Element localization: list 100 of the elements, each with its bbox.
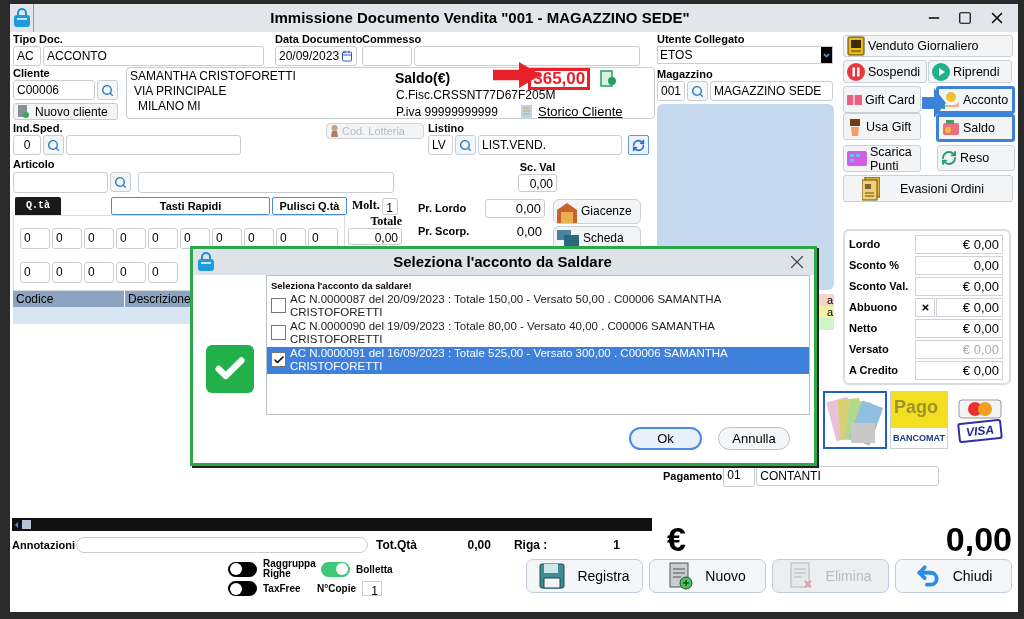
- text-field[interactable]: [362, 46, 412, 66]
- text-field[interactable]: [414, 46, 640, 66]
- document-icon: [521, 104, 534, 119]
- deposit-item[interactable]: AC N.0000091 del 16/09/2023 : Totale 525,00 - Versato 300,00 . C00006 SAMANTHA CRISTOFORETTI: [267, 347, 809, 374]
- quick-keys-button[interactable]: Tasti Rapidi: [111, 197, 270, 215]
- user-dropdown[interactable]: ETOS: [657, 46, 833, 64]
- balance-label: Saldo(€): [395, 69, 451, 88]
- quantity-field[interactable]: 0: [148, 262, 178, 283]
- text-field[interactable]: [13, 172, 108, 193]
- text-field[interactable]: CONTANTI: [756, 466, 940, 486]
- side-button[interactable]: Giacenze: [553, 199, 641, 224]
- search-icon: [101, 83, 114, 97]
- notes-field[interactable]: [75, 537, 368, 553]
- new-customer-button[interactable]: Nuovo cliente: [13, 103, 118, 120]
- price-field[interactable]: 0,00: [485, 199, 545, 218]
- copies-field[interactable]: 1: [362, 581, 382, 596]
- text-field[interactable]: C00006: [13, 80, 95, 100]
- receipt-icon: [847, 36, 865, 56]
- text-field[interactable]: [138, 172, 394, 193]
- calendar-icon[interactable]: [341, 50, 353, 62]
- search-icon: [114, 175, 127, 189]
- text-field[interactable]: AC: [13, 46, 41, 66]
- vat-number: P.iva 99999999999: [395, 104, 499, 119]
- horizontal-scrollbar[interactable]: [12, 518, 652, 531]
- toggle-switch[interactable]: [228, 581, 257, 596]
- cash-payment-option[interactable]: [823, 391, 887, 449]
- field-label: 1: [612, 538, 620, 552]
- shopping-bag-icon: [197, 252, 215, 272]
- action-button[interactable]: Venduto Giornaliero: [843, 35, 1013, 57]
- refresh-button[interactable]: [628, 135, 649, 155]
- field-label: Tipo Doc.: [13, 33, 64, 46]
- text-field[interactable]: MAGAZZINO SEDE: [710, 81, 833, 101]
- field-label: Utente Collegato: [657, 33, 746, 46]
- action-button[interactable]: Acconto: [936, 86, 1015, 114]
- quantity-field[interactable]: 0: [84, 262, 114, 283]
- field-label: Riga :: [513, 538, 549, 552]
- search-button[interactable]: [455, 135, 476, 155]
- quantity-field[interactable]: 0: [52, 228, 82, 249]
- clear-button[interactable]: [915, 297, 935, 317]
- currency-symbol: €: [667, 523, 686, 555]
- action-button[interactable]: Usa Gift: [843, 113, 921, 140]
- field-label: Totale: [370, 215, 402, 228]
- search-button[interactable]: [687, 81, 708, 101]
- quantity-field[interactable]: 0: [116, 262, 146, 283]
- document-add-icon: [669, 562, 694, 590]
- document-icon[interactable]: [600, 69, 617, 88]
- credit-cards-logo[interactable]: VISA: [951, 391, 1009, 449]
- action-button[interactable]: Riprendi: [928, 60, 1012, 83]
- search-icon: [691, 84, 704, 98]
- clear-quantity-button[interactable]: Pulisci Q.tà: [272, 197, 347, 215]
- footer-button[interactable]: Nuovo: [649, 559, 766, 593]
- text-field[interactable]: 1: [381, 198, 398, 215]
- checkbox[interactable]: [271, 325, 286, 340]
- checkbox[interactable]: [271, 352, 286, 367]
- quantity-field[interactable]: 0: [20, 228, 50, 249]
- text-field[interactable]: 001: [657, 81, 685, 101]
- play-icon: [932, 62, 950, 81]
- action-button[interactable]: Scarica Punti: [843, 145, 921, 172]
- toggle-switch[interactable]: [228, 561, 257, 577]
- search-button[interactable]: [43, 135, 64, 155]
- text-field[interactable]: LIST.VEND.: [478, 135, 622, 155]
- field-label: Commesso: [362, 33, 423, 46]
- maximize-icon[interactable]: [958, 11, 972, 25]
- action-button[interactable]: Sospendi: [843, 60, 927, 83]
- footer-button[interactable]: Registra: [526, 559, 643, 593]
- quantity-tab[interactable]: Q.tà: [15, 197, 61, 215]
- field-label: A Credito: [849, 363, 900, 377]
- text-field[interactable]: 0,00: [348, 228, 402, 245]
- customer-name: SAMANTHA CRISTOFORETTI: [130, 69, 297, 84]
- text-field[interactable]: ACCONTO: [43, 46, 264, 66]
- pause-icon: [847, 62, 865, 81]
- bancomat-logo[interactable]: Pago BANCOMAT: [890, 391, 948, 449]
- text-field[interactable]: LV: [428, 135, 453, 155]
- text-field[interactable]: 0,00: [518, 174, 557, 192]
- toggle-label: Bolletta: [356, 562, 393, 577]
- total-field: € 0,00: [915, 360, 1003, 380]
- text-field[interactable]: [66, 135, 241, 155]
- search-button[interactable]: [110, 172, 131, 192]
- checkbox[interactable]: [271, 298, 286, 313]
- action-button[interactable]: Saldo: [936, 114, 1015, 142]
- quantity-field[interactable]: 0: [20, 262, 50, 283]
- customer-history-link[interactable]: Storico Cliente: [538, 102, 623, 122]
- search-button[interactable]: [97, 80, 118, 100]
- quantity-field[interactable]: 0: [116, 228, 146, 249]
- action-button[interactable]: Evasioni Ordini: [843, 175, 1013, 202]
- footer-button[interactable]: Chiudi: [895, 559, 1012, 593]
- field-label: Tot.Qtà: [375, 538, 419, 552]
- quantity-field[interactable]: 0: [52, 262, 82, 283]
- customer-address: VIA PRINCIPALE: [133, 84, 228, 99]
- quantity-field[interactable]: 0: [148, 228, 178, 249]
- toggle-switch[interactable]: [321, 561, 350, 577]
- cancel-button[interactable]: Annulla: [718, 427, 790, 450]
- action-button[interactable]: Reso: [937, 145, 1015, 171]
- field-label: Abbuono: [849, 300, 899, 314]
- ok-button[interactable]: Ok: [629, 427, 702, 450]
- quantity-field[interactable]: 0: [84, 228, 114, 249]
- action-button[interactable]: Gift Card: [843, 86, 921, 113]
- date-field[interactable]: 20/09/2023: [275, 46, 357, 66]
- text-field[interactable]: 0: [13, 135, 41, 155]
- field-label: Magazzino: [657, 68, 714, 81]
